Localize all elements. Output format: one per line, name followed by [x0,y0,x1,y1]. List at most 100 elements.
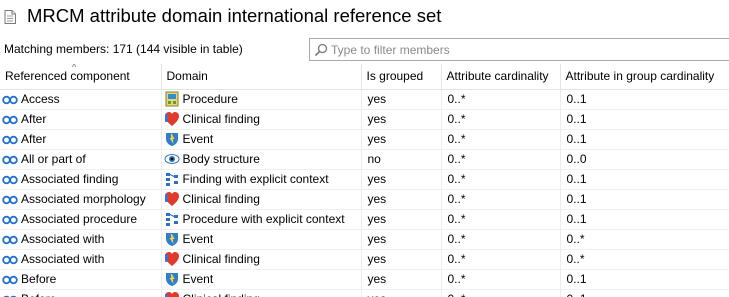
cell-attribute-cardinality[interactable]: 0..* [441,129,561,149]
cell-domain[interactable]: Finding with explicit context [161,169,362,189]
component-label: Before [21,292,56,297]
cell-is-grouped[interactable]: yes [361,209,442,229]
column-header-referenced-component[interactable]: ^ Referenced component [0,64,162,90]
cell-referenced-component[interactable]: Associated procedure [0,209,162,229]
body-structure-icon [164,151,180,167]
cell-attribute-in-group-cardinality[interactable]: 0..* [560,249,729,269]
cell-is-grouped[interactable]: yes [361,249,442,269]
cell-attribute-cardinality[interactable]: 0..* [441,88,561,110]
column-header-label: Referenced component [5,69,130,84]
cell-attribute-cardinality[interactable]: 0..* [441,209,561,229]
table-body: Access Procedure yes 0..* 0..1 After Clinical … [0,88,729,297]
cell-attribute-cardinality[interactable]: 0..* [441,149,561,169]
table-row[interactable]: Associated morphology Clinical finding yes… [0,189,729,209]
domain-label: Event [182,272,214,286]
cell-attribute-in-group-cardinality[interactable]: 0..1 [560,88,729,110]
cell-attribute-in-group-cardinality[interactable]: 0..1 [560,189,729,209]
filter-field[interactable] [309,38,729,61]
window-title-bar: MRCM attribute domain international refe… [0,0,729,34]
cell-attribute-in-group-cardinality[interactable]: 0..1 [560,109,729,129]
filter-input[interactable] [331,40,721,59]
cell-is-grouped[interactable]: yes [361,109,442,129]
sort-ascending-icon: ^ [72,64,77,72]
cell-referenced-component[interactable]: Associated finding [0,169,162,189]
cell-domain[interactable]: Event [161,229,362,249]
column-header-attribute-in-group-cardinality[interactable]: Attribute in group cardinality [560,64,729,90]
column-header-label: Attribute cardinality [446,69,549,84]
column-header-label: Domain [166,69,208,84]
table-header-row: ^ Referenced component Domain Is grouped… [0,64,729,90]
cell-referenced-component[interactable]: Before [0,269,162,289]
cell-domain[interactable]: Procedure [161,88,362,110]
cell-attribute-in-group-cardinality[interactable]: 0..1 [560,289,729,297]
cell-attribute-cardinality[interactable]: 0..* [441,269,561,289]
cell-referenced-component[interactable]: Before [0,289,162,297]
cell-referenced-component[interactable]: Associated with [0,249,162,269]
component-label: Associated procedure [21,212,138,226]
cell-attribute-cardinality[interactable]: 0..* [441,169,561,189]
domain-label: Finding with explicit context [182,172,329,186]
relationship-icon [2,154,18,165]
cell-referenced-component[interactable]: Associated morphology [0,189,162,209]
cell-domain[interactable]: Body structure [161,149,362,169]
component-label: Associated with [21,232,105,246]
component-label: Associated finding [21,172,119,186]
cell-attribute-in-group-cardinality[interactable]: 0..1 [560,169,729,189]
relationship-icon [2,234,18,245]
cell-is-grouped[interactable]: yes [361,229,442,249]
cell-referenced-component[interactable]: Associated with [0,229,162,249]
cell-domain[interactable]: Event [161,129,362,149]
cell-referenced-component[interactable]: After [0,129,162,149]
cell-is-grouped[interactable]: yes [361,289,442,297]
column-header-is-grouped[interactable]: Is grouped [361,64,442,90]
cell-attribute-cardinality[interactable]: 0..* [441,189,561,209]
cell-attribute-cardinality[interactable]: 0..* [441,249,561,269]
component-label: Associated with [21,252,105,266]
cell-domain[interactable]: Clinical finding [161,289,362,297]
cell-attribute-in-group-cardinality[interactable]: 0..* [560,229,729,249]
cell-referenced-component[interactable]: All or part of [0,149,162,169]
table-row[interactable]: Before Clinical finding yes0..*0..1 [0,289,729,297]
document-icon [4,10,16,24]
column-header-domain[interactable]: Domain [161,64,362,90]
table-row[interactable]: Associated with Clinical finding yes 0..* 0.… [0,249,729,269]
members-table: ^ Referenced component Domain Is grouped… [0,64,729,297]
cell-attribute-in-group-cardinality[interactable]: 0..1 [560,209,729,229]
table-row[interactable]: Associated with Event yes 0..* 0..* [0,229,729,249]
table-row[interactable]: Before Event yes 0..* 0..1 [0,269,729,289]
cell-referenced-component[interactable]: Access [0,88,162,110]
cell-attribute-in-group-cardinality[interactable]: 0..1 [560,269,729,289]
component-label: After [21,112,47,126]
table-row[interactable]: After Clinical finding yes 0..* 0..1 [0,109,729,129]
cell-domain[interactable]: Clinical finding [161,249,362,269]
column-header-attribute-cardinality[interactable]: Attribute cardinality [441,64,561,90]
cell-is-grouped[interactable]: yes [361,269,442,289]
clinical-finding-icon [164,191,180,207]
cell-domain[interactable]: Clinical finding [161,189,362,209]
table-row[interactable]: Associated finding Finding with explicit … [0,169,729,189]
filter-bar: Matching members: 171 (144 visible in ta… [0,36,729,63]
table-row[interactable]: After Event yes 0..* 0..1 [0,129,729,149]
cell-is-grouped[interactable]: yes [361,189,442,209]
relationship-icon [2,134,18,145]
cell-domain[interactable]: Event [161,269,362,289]
table-row[interactable]: All or part of Body structure no 0..* 0..0 [0,149,729,169]
cell-attribute-in-group-cardinality[interactable]: 0..0 [560,149,729,169]
cell-is-grouped[interactable]: yes [361,169,442,189]
table-row[interactable]: Associated procedure Procedure with expli… [0,209,729,229]
cell-attribute-cardinality[interactable]: 0..* [441,109,561,129]
component-label: Before [21,272,57,286]
cell-is-grouped[interactable]: no [361,149,442,169]
cell-is-grouped[interactable]: yes [361,88,442,110]
cell-referenced-component[interactable]: After [0,109,162,129]
cell-attribute-cardinality[interactable]: 0..* [441,289,561,297]
table-row[interactable]: Access Procedure yes 0..* 0..1 [0,88,729,110]
cell-attribute-in-group-cardinality[interactable]: 0..1 [560,129,729,149]
cell-attribute-cardinality[interactable]: 0..* [441,229,561,249]
cell-domain[interactable]: Procedure with explicit context [161,209,362,229]
situation-icon [164,171,180,187]
members-table-container[interactable]: ^ Referenced component Domain Is grouped… [0,64,729,297]
domain-label: Event [182,232,214,246]
cell-is-grouped[interactable]: yes [361,129,442,149]
cell-domain[interactable]: Clinical finding [161,109,362,129]
